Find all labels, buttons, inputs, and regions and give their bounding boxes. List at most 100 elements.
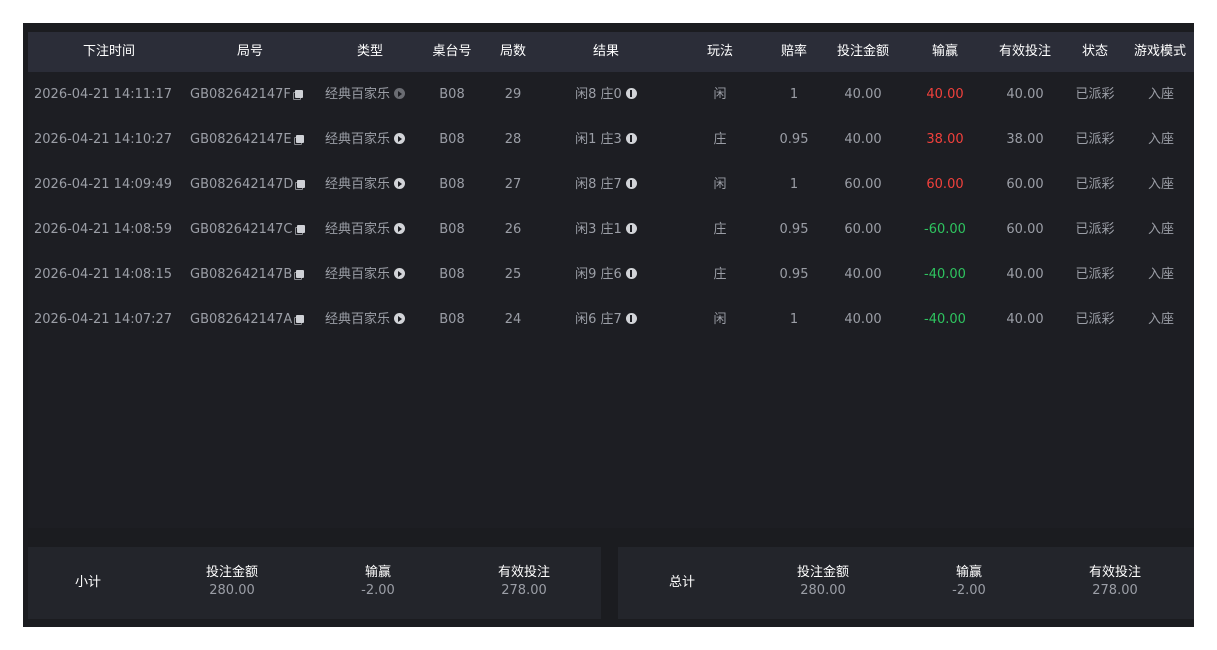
cell-round-id-text: GB082642147E xyxy=(190,132,292,147)
cell-result: 闲6 庄7 xyxy=(568,297,644,342)
col-header-play: 玩法 xyxy=(706,44,733,59)
info-icon[interactable] xyxy=(625,178,637,189)
cell-result: 闲3 庄1 xyxy=(568,207,644,252)
cell-status: 已派彩 xyxy=(1072,297,1118,342)
cell-status: 已派彩 xyxy=(1072,117,1118,162)
cell-round: 29 xyxy=(488,72,538,117)
col-header-win-loss: 输赢 xyxy=(931,44,958,59)
cell-type: 经典百家乐 xyxy=(325,117,417,162)
cell-valid-bet: 40.00 xyxy=(990,72,1060,117)
cell-table: B08 xyxy=(426,72,478,117)
copy-icon[interactable] xyxy=(295,179,306,190)
cell-round: 26 xyxy=(488,207,538,252)
play-video-icon[interactable] xyxy=(394,223,406,234)
cell-bet-amount-text: 60.00 xyxy=(844,222,882,237)
subtotal-bet-label: 投注金额 xyxy=(205,565,258,580)
play-video-icon[interactable] xyxy=(394,313,406,324)
copy-icon[interactable] xyxy=(293,134,304,145)
info-icon[interactable] xyxy=(625,313,637,324)
total-valid-value: 278.00 xyxy=(1092,583,1138,598)
cell-status: 已派彩 xyxy=(1072,162,1118,207)
play-video-icon[interactable] xyxy=(394,268,406,279)
info-icon[interactable] xyxy=(625,268,637,279)
copy-icon[interactable] xyxy=(294,269,305,280)
cell-bet-amount-text: 40.00 xyxy=(844,87,882,102)
play-video-icon[interactable] xyxy=(394,178,406,189)
subtotal-valid: 有效投注 278.00 xyxy=(474,564,574,600)
table-row: 2026-04-21 14:07:27 GB082642147A 经典百家乐 B08 2… xyxy=(28,297,1194,342)
cell-game-mode: 入座 xyxy=(1132,207,1190,252)
col-header-valid-bet: 有效投注 xyxy=(998,44,1051,59)
bet-history-panel: 下注时间 局号 类型 桌台号 局数 结果 玩法 赔率 投注金额 输赢 有效投注 … xyxy=(23,23,1194,627)
cell-round-text: 29 xyxy=(504,87,522,102)
subtotal-title: 小计 xyxy=(74,575,101,590)
cell-odds-text: 1 xyxy=(789,87,799,102)
total-valid-label: 有效投注 xyxy=(1088,565,1141,580)
copy-icon[interactable] xyxy=(294,314,305,325)
play-video-icon[interactable] xyxy=(394,133,406,144)
cell-odds-text: 1 xyxy=(789,312,799,327)
cell-table: B08 xyxy=(426,162,478,207)
copy-icon[interactable] xyxy=(294,224,305,235)
cell-win-loss-text: -40.00 xyxy=(924,267,966,282)
cell-bet-amount-text: 60.00 xyxy=(844,177,882,192)
cell-play: 闲 xyxy=(694,297,746,342)
cell-odds: 1 xyxy=(772,162,816,207)
cell-play: 庄 xyxy=(694,252,746,297)
bet-history-table: 下注时间 局号 类型 桌台号 局数 结果 玩法 赔率 投注金额 输赢 有效投注 … xyxy=(28,32,1194,528)
cell-round: 25 xyxy=(488,252,538,297)
cell-bet-time: 2026-04-21 14:08:59 xyxy=(34,207,184,252)
cell-odds-text: 0.95 xyxy=(779,132,809,147)
cell-bet-time: 2026-04-21 14:08:15 xyxy=(34,252,184,297)
cell-round-id: GB082642147E xyxy=(190,117,320,162)
cell-result: 闲1 庄3 xyxy=(568,117,644,162)
cell-result-text: 闲9 庄6 xyxy=(575,267,622,282)
cell-bet-time-text: 2026-04-21 14:07:27 xyxy=(34,312,173,327)
total-win-value: -2.00 xyxy=(952,583,986,598)
copy-icon[interactable] xyxy=(292,89,303,100)
cell-result-text: 闲3 庄1 xyxy=(575,222,622,237)
cell-game-mode: 入座 xyxy=(1132,72,1190,117)
cell-win-loss: -40.00 xyxy=(916,297,974,342)
cell-type: 经典百家乐 xyxy=(325,72,417,117)
cell-game-mode: 入座 xyxy=(1132,252,1190,297)
cell-game-mode-text: 入座 xyxy=(1147,222,1174,237)
info-icon[interactable] xyxy=(625,223,637,234)
total-win-label: 输赢 xyxy=(955,565,982,580)
cell-game-mode-text: 入座 xyxy=(1147,132,1174,147)
subtotal-valid-value: 278.00 xyxy=(501,583,547,598)
cell-bet-time-text: 2026-04-21 14:08:59 xyxy=(34,222,173,237)
cell-bet-time: 2026-04-21 14:10:27 xyxy=(34,117,184,162)
table-row: 2026-04-21 14:08:59 GB082642147C 经典百家乐 B08 2… xyxy=(28,207,1194,252)
cell-result: 闲8 庄7 xyxy=(568,162,644,207)
cell-round-text: 25 xyxy=(504,267,522,282)
cell-odds-text: 1 xyxy=(789,177,799,192)
cell-valid-bet-text: 40.00 xyxy=(1006,312,1044,327)
total-win: 输赢 -2.00 xyxy=(919,564,1019,600)
table-row: 2026-04-21 14:11:17 GB082642147F 经典百家乐 B08 2… xyxy=(28,72,1194,117)
cell-type-text: 经典百家乐 xyxy=(325,267,391,282)
cell-win-loss-text: 38.00 xyxy=(926,132,964,147)
cell-bet-time: 2026-04-21 14:09:49 xyxy=(34,162,184,207)
info-icon[interactable] xyxy=(625,133,637,144)
cell-result-text: 闲8 庄0 xyxy=(575,87,622,102)
cell-odds: 1 xyxy=(772,72,816,117)
cell-type-text: 经典百家乐 xyxy=(325,132,391,147)
subtotal-bet-value: 280.00 xyxy=(209,583,255,598)
info-icon[interactable] xyxy=(625,88,637,99)
cell-round-id: GB082642147F xyxy=(190,72,320,117)
cell-type-text: 经典百家乐 xyxy=(325,222,391,237)
cell-table-text: B08 xyxy=(439,222,465,237)
play-video-icon[interactable] xyxy=(394,88,406,99)
total-bet-label: 投注金额 xyxy=(796,565,849,580)
cell-bet-amount-text: 40.00 xyxy=(844,267,882,282)
col-header-round: 局数 xyxy=(499,44,526,59)
cell-round-text: 28 xyxy=(504,132,522,147)
cell-win-loss: -60.00 xyxy=(916,207,974,252)
cell-status: 已派彩 xyxy=(1072,72,1118,117)
cell-result: 闲9 庄6 xyxy=(568,252,644,297)
cell-round-text: 26 xyxy=(504,222,522,237)
total-bet: 投注金额 280.00 xyxy=(773,564,873,600)
cell-play: 闲 xyxy=(694,72,746,117)
cell-valid-bet-text: 60.00 xyxy=(1006,222,1044,237)
